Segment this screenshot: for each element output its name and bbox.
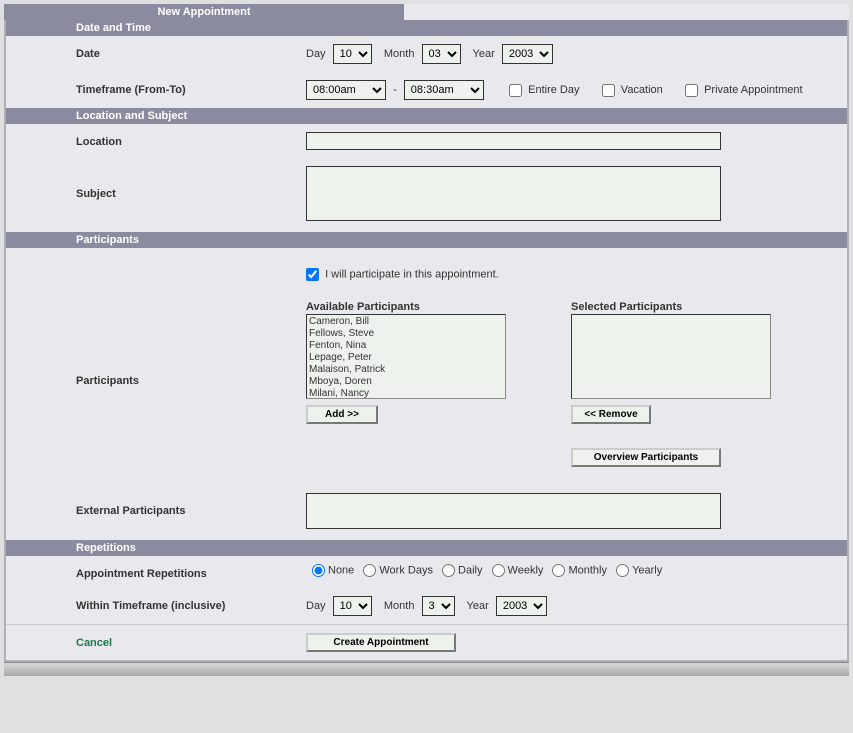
rep-weekly-label: Weekly [508, 564, 544, 576]
section-date-time: Date and Time [6, 20, 847, 36]
rep-none-radio[interactable] [312, 564, 325, 577]
overview-button[interactable]: Overview Participants [571, 448, 721, 467]
external-textarea[interactable] [306, 493, 721, 529]
rep-monthly-label: Monthly [568, 564, 607, 576]
list-item[interactable]: Lepage, Peter [309, 352, 503, 364]
label-repetitions: Appointment Repetitions [6, 564, 306, 580]
date-day-select[interactable]: 10 [333, 44, 372, 64]
label-location: Location [6, 132, 306, 148]
location-input[interactable] [306, 132, 721, 150]
tab-new-appointment[interactable]: New Appointment [4, 4, 404, 20]
within-day-select[interactable]: 10 [333, 596, 372, 616]
label-subject: Subject [6, 166, 306, 200]
rep-yearly-radio[interactable] [616, 564, 629, 577]
subject-textarea[interactable] [306, 166, 721, 221]
available-title: Available Participants [306, 301, 506, 313]
time-from-select[interactable]: 08:00am [306, 80, 386, 100]
cancel-link[interactable]: Cancel [76, 637, 112, 649]
status-bar [4, 662, 849, 676]
rep-daily-label: Daily [458, 564, 482, 576]
within-month-select[interactable]: 3 [422, 596, 455, 616]
label-participants: Participants [6, 301, 306, 387]
within-month-label: Month [384, 600, 415, 612]
private-label: Private Appointment [704, 84, 802, 96]
label-timeframe: Timeframe (From-To) [6, 80, 306, 96]
within-day-label: Day [306, 600, 326, 612]
rep-workdays-label: Work Days [379, 564, 433, 576]
rep-daily-radio[interactable] [442, 564, 455, 577]
dash: - [393, 84, 397, 96]
within-year-label: Year [467, 600, 489, 612]
rep-none-label: None [328, 564, 354, 576]
selected-listbox[interactable] [571, 314, 771, 399]
remove-button[interactable]: << Remove [571, 405, 651, 424]
create-button[interactable]: Create Appointment [306, 633, 456, 652]
available-listbox[interactable]: Cameron, BillFellows, SteveFenton, NinaL… [306, 314, 506, 399]
label-external: External Participants [6, 493, 306, 517]
i-participate-checkbox[interactable] [306, 268, 319, 281]
label-month: Month [384, 48, 415, 60]
list-item[interactable]: Malaison, Patrick [309, 364, 503, 376]
date-month-select[interactable]: 03 [422, 44, 461, 64]
rep-monthly-radio[interactable] [552, 564, 565, 577]
entire-day-label: Entire Day [528, 84, 579, 96]
selected-title: Selected Participants [571, 301, 771, 313]
list-item[interactable]: Cameron, Bill [309, 316, 503, 328]
private-checkbox[interactable] [685, 84, 698, 97]
label-day: Day [306, 48, 326, 60]
date-year-select[interactable]: 2003 [502, 44, 553, 64]
rep-workdays-radio[interactable] [363, 564, 376, 577]
label-year: Year [473, 48, 495, 60]
vacation-label: Vacation [621, 84, 663, 96]
rep-yearly-label: Yearly [632, 564, 662, 576]
vacation-checkbox[interactable] [602, 84, 615, 97]
list-item[interactable]: Fellows, Steve [309, 328, 503, 340]
entire-day-checkbox[interactable] [509, 84, 522, 97]
within-year-select[interactable]: 2003 [496, 596, 547, 616]
list-item[interactable]: Mboya, Doren [309, 376, 503, 388]
i-participate-label: I will participate in this appointment. [325, 269, 499, 281]
section-participants: Participants [6, 232, 847, 248]
section-location-subject: Location and Subject [6, 108, 847, 124]
label-within: Within Timeframe (inclusive) [6, 596, 306, 612]
label-date: Date [6, 44, 306, 60]
time-to-select[interactable]: 08:30am [404, 80, 484, 100]
list-item[interactable]: Milani, Nancy [309, 388, 503, 399]
add-button[interactable]: Add >> [306, 405, 378, 424]
list-item[interactable]: Fenton, Nina [309, 340, 503, 352]
rep-weekly-radio[interactable] [492, 564, 505, 577]
section-repetitions: Repetitions [6, 540, 847, 556]
